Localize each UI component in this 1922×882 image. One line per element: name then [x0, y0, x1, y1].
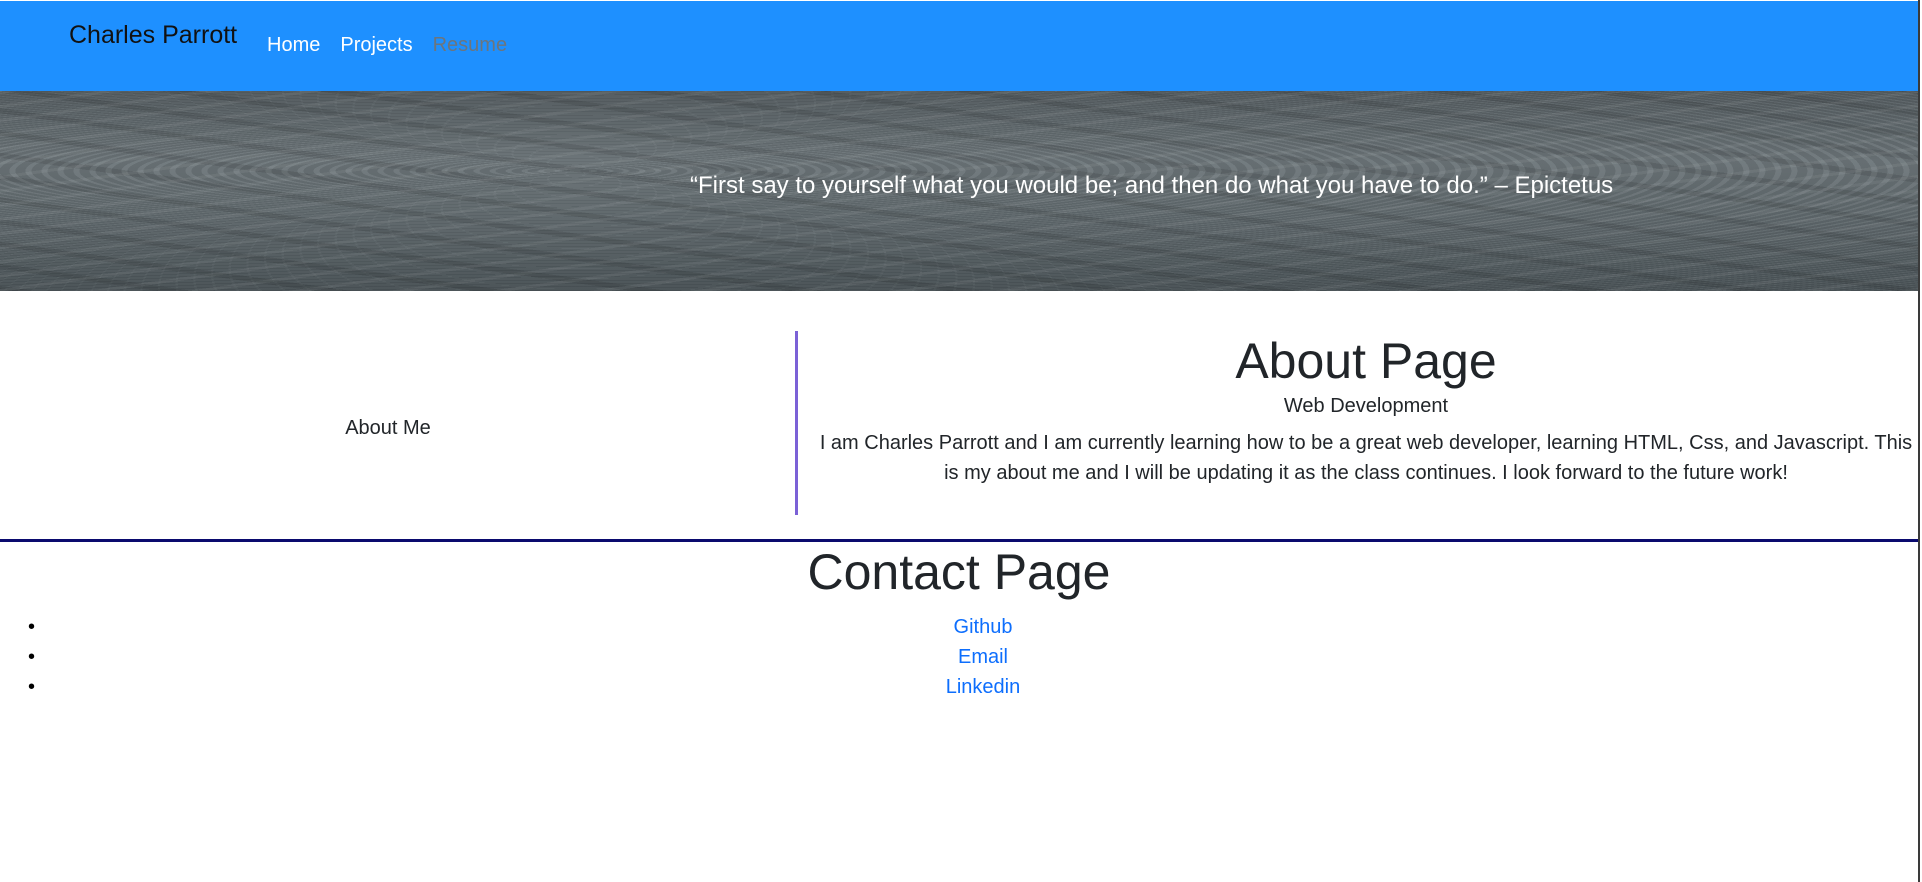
window-edge [1918, 0, 1920, 882]
contact-list: • Github • Email • Linkedin [0, 612, 1918, 702]
about-text: I am Charles Parrott and I am currently … [819, 432, 1913, 484]
about-left-column: About Me [0, 291, 796, 539]
about-right-column: About Page Web Development I am Charles … [814, 331, 1918, 488]
nav-link-projects[interactable]: Projects [340, 34, 412, 57]
contact-link-row: Email [0, 642, 1922, 672]
hero-quote: “First say to yourself what you would be… [690, 172, 1614, 199]
contact-section: Contact Page • Github • Email • Linkedin [0, 542, 1918, 702]
linkedin-link[interactable]: Linkedin [946, 676, 1021, 698]
hero-banner: “First say to yourself what you would be… [0, 91, 1918, 291]
email-link[interactable]: Email [958, 646, 1008, 668]
nav-link-resume[interactable]: Resume [433, 34, 507, 57]
about-section: About Me About Page Web Development I am… [0, 291, 1918, 539]
list-item: • Email [0, 642, 1918, 672]
navbar: Charles Parrott Home Projects Resume [0, 1, 1918, 91]
contact-title: Contact Page [807, 544, 1111, 600]
contact-link-row: Linkedin [0, 672, 1922, 702]
vertical-divider [795, 331, 798, 515]
nav-link-home[interactable]: Home [267, 34, 320, 57]
list-item: • Linkedin [0, 672, 1918, 702]
github-link[interactable]: Github [954, 616, 1013, 638]
about-me-label: About Me [345, 417, 431, 439]
contact-link-row: Github [0, 612, 1922, 642]
list-item: • Github [0, 612, 1918, 642]
page: Charles Parrott Home Projects Resume “Fi… [0, 0, 1922, 882]
about-subtitle: Web Development [1283, 395, 1449, 417]
brand-link[interactable]: Charles Parrott [69, 21, 237, 50]
about-title: About Page [1235, 333, 1497, 389]
nav-links: Home Projects Resume [267, 34, 507, 57]
